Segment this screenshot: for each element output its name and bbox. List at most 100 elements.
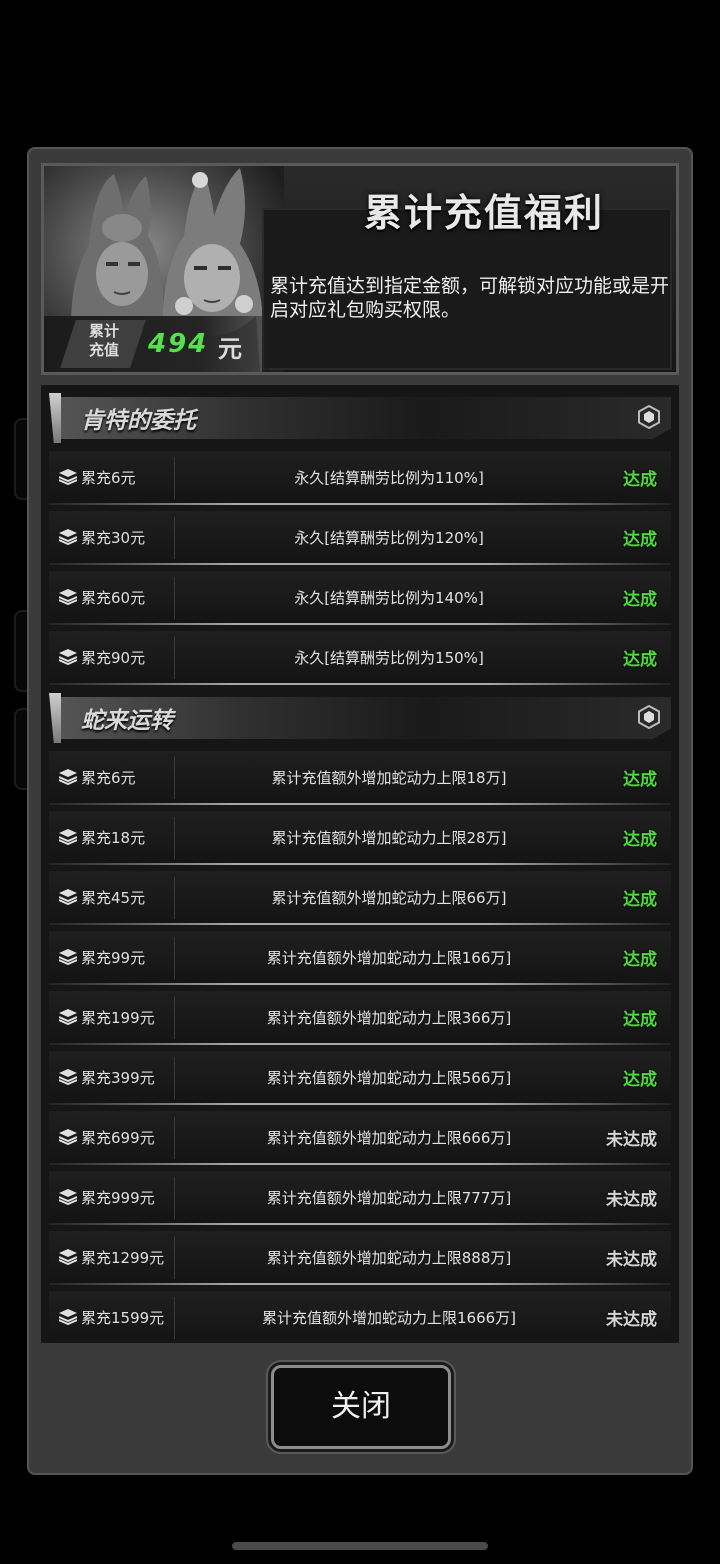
status-achieved: 达成 — [623, 650, 657, 670]
section-header-kent: 肯特的委托 — [49, 393, 671, 443]
list-item: 累充999元 累计充值额外增加蛇动力上限777万] 未达成 — [49, 1171, 671, 1225]
layers-icon — [59, 829, 77, 845]
row-description: 累计充值额外增加蛇动力上限366万] — [266, 1009, 512, 1027]
status-achieved: 达成 — [623, 590, 657, 610]
section-edge — [49, 393, 61, 443]
recharge-amount: 494 — [148, 329, 209, 359]
layers-icon — [59, 589, 77, 605]
list-item: 累充6元 永久[结算酬劳比例为110%] 达成 — [49, 451, 671, 505]
row-description: 累计充值额外增加蛇动力上限18万] — [271, 769, 507, 787]
hexagon-icon — [638, 705, 660, 729]
recharge-unit: 元 — [218, 335, 242, 363]
row-amount: 累充30元 — [81, 529, 146, 547]
dialog-header: 累计充值福利 累计充值达到指定金额，可解锁对应功能或是开启对应礼包购买权限。 累… — [41, 163, 679, 375]
layers-icon — [59, 949, 77, 965]
section-title: 肯特的委托 — [81, 408, 196, 434]
row-divider — [174, 817, 175, 859]
recharge-label: 累计 充值 — [74, 322, 134, 360]
row-amount: 累充99元 — [81, 949, 146, 967]
recharge-benefits-dialog: 累计充值福利 累计充值达到指定金额，可解锁对应功能或是开启对应礼包购买权限。 累… — [27, 147, 693, 1475]
row-divider — [174, 457, 175, 499]
layers-icon — [59, 529, 77, 545]
layers-icon — [59, 1189, 77, 1205]
row-divider — [174, 1297, 175, 1339]
row-amount: 累充399元 — [81, 1069, 155, 1087]
row-amount: 累充1299元 — [81, 1249, 165, 1267]
row-description: 累计充值额外增加蛇动力上限28万] — [271, 829, 507, 847]
layers-icon — [59, 469, 77, 485]
row-divider — [174, 937, 175, 979]
row-divider — [174, 1117, 175, 1159]
recharge-label-line1: 累计 — [88, 322, 119, 340]
section-edge — [49, 693, 61, 743]
row-description: 累计充值额外增加蛇动力上限566万] — [266, 1069, 512, 1087]
layers-icon — [59, 1009, 77, 1025]
status-achieved: 达成 — [623, 890, 657, 910]
list-item: 累充90元 永久[结算酬劳比例为150%] 达成 — [49, 631, 671, 685]
status-not-achieved: 未达成 — [606, 1250, 657, 1270]
row-amount: 累充45元 — [81, 889, 146, 907]
list-item: 累充60元 永久[结算酬劳比例为140%] 达成 — [49, 571, 671, 625]
list-item: 累充99元 累计充值额外增加蛇动力上限166万] 达成 — [49, 931, 671, 985]
status-achieved: 达成 — [623, 770, 657, 790]
row-description: 累计充值额外增加蛇动力上限888万] — [266, 1249, 512, 1267]
layers-icon — [59, 1129, 77, 1145]
layers-icon — [59, 1309, 77, 1325]
row-divider — [174, 1177, 175, 1219]
status-not-achieved: 未达成 — [606, 1310, 657, 1330]
row-amount: 累充90元 — [81, 649, 146, 667]
status-achieved: 达成 — [623, 1010, 657, 1030]
row-divider — [174, 757, 175, 799]
row-divider — [174, 997, 175, 1039]
status-achieved: 达成 — [623, 830, 657, 850]
row-description: 永久[结算酬劳比例为110%] — [294, 469, 484, 487]
row-divider — [174, 517, 175, 559]
list-item: 累充45元 累计充值额外增加蛇动力上限66万] 达成 — [49, 871, 671, 925]
list-item: 累充18元 累计充值额外增加蛇动力上限28万] 达成 — [49, 811, 671, 865]
row-amount: 累充60元 — [81, 589, 146, 607]
total-recharge-plate: 累计 充值 494 元 — [44, 316, 270, 372]
recharge-label-line2: 充值 — [88, 341, 119, 359]
list-item: 累充30元 永久[结算酬劳比例为120%] 达成 — [49, 511, 671, 565]
row-divider — [174, 577, 175, 619]
row-divider — [174, 1237, 175, 1279]
status-achieved: 达成 — [623, 470, 657, 490]
layers-icon — [59, 769, 77, 785]
close-button[interactable]: 关闭 — [271, 1365, 451, 1449]
status-not-achieved: 未达成 — [606, 1190, 657, 1210]
status-achieved: 达成 — [623, 950, 657, 970]
benefits-list[interactable]: 肯特的委托 累充6元 永久[结算酬劳比例为110%] 达成 累充30元 永久[结… — [41, 385, 679, 1343]
list-item: 累充1599元 累计充值额外增加蛇动力上限1666万] 未达成 — [49, 1291, 671, 1343]
row-divider — [174, 1057, 175, 1099]
row-description: 累计充值额外增加蛇动力上限777万] — [266, 1189, 512, 1207]
row-description: 累计充值额外增加蛇动力上限166万] — [266, 949, 512, 967]
layers-icon — [59, 649, 77, 665]
row-description: 累计充值额外增加蛇动力上限66万] — [271, 889, 507, 907]
list-item: 累充399元 累计充值额外增加蛇动力上限566万] 达成 — [49, 1051, 671, 1105]
status-not-achieved: 未达成 — [606, 1130, 657, 1150]
row-amount: 累充999元 — [81, 1189, 155, 1207]
status-achieved: 达成 — [623, 1070, 657, 1090]
dialog-title: 累计充值福利 — [363, 191, 604, 235]
row-amount: 累充6元 — [81, 769, 136, 787]
row-description: 累计充值额外增加蛇动力上限666万] — [266, 1129, 512, 1147]
section-title: 蛇来运转 — [81, 708, 173, 734]
row-description: 累计充值额外增加蛇动力上限1666万] — [261, 1309, 517, 1327]
row-amount: 累充18元 — [81, 829, 146, 847]
row-description: 永久[结算酬劳比例为140%] — [294, 589, 484, 607]
list-item: 累充199元 累计充值额外增加蛇动力上限366万] 达成 — [49, 991, 671, 1045]
row-amount: 累充199元 — [81, 1009, 155, 1027]
row-amount: 累充1599元 — [81, 1309, 165, 1327]
layers-icon — [59, 1069, 77, 1085]
row-divider — [174, 877, 175, 919]
row-amount: 累充699元 — [81, 1129, 155, 1147]
list-item: 累充6元 累计充值额外增加蛇动力上限18万] 达成 — [49, 751, 671, 805]
hexagon-icon — [638, 405, 660, 429]
row-description: 永久[结算酬劳比例为150%] — [294, 649, 484, 667]
home-indicator[interactable] — [232, 1542, 488, 1550]
row-divider — [174, 637, 175, 679]
row-description: 永久[结算酬劳比例为120%] — [294, 529, 484, 547]
section-header-snake: 蛇来运转 — [49, 693, 671, 743]
row-amount: 累充6元 — [81, 469, 136, 487]
layers-icon — [59, 889, 77, 905]
